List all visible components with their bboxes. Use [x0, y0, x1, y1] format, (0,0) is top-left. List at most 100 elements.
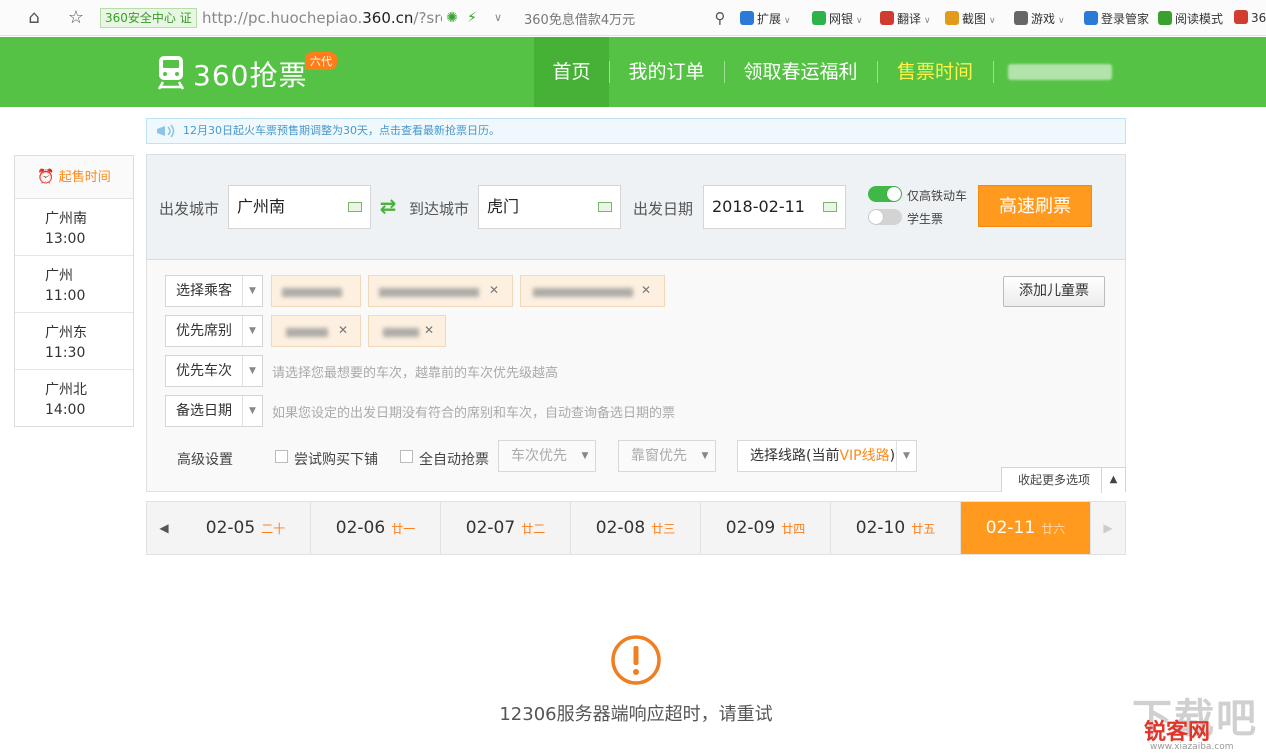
date-next-arrow-icon[interactable]: ▶ — [1091, 502, 1125, 554]
nav-item[interactable]: 我的订单 — [609, 37, 724, 107]
window-priority-dropdown[interactable]: 靠窗优先 ▼ — [618, 440, 716, 472]
passenger-chip[interactable]: ✕ — [520, 275, 665, 307]
date-tab-lunar: 二十 — [261, 522, 286, 536]
seat-chip[interactable]: ✕ — [271, 315, 361, 347]
search-tickets-button[interactable]: 高速刷票 — [978, 185, 1092, 227]
calendar-icon[interactable] — [823, 202, 837, 212]
from-city-input[interactable]: 广州南 — [228, 185, 371, 229]
alarm-clock-icon: ⏰ — [37, 169, 55, 185]
star-icon[interactable]: ☆ — [66, 8, 86, 28]
url-suffix: /?src — [413, 9, 442, 27]
chevron-down-icon: ▼ — [242, 316, 262, 346]
date-value: 2018-02-11 — [712, 197, 805, 216]
user-name-blurred[interactable] — [1008, 64, 1112, 80]
chevron-down-icon[interactable]: ∨ — [488, 8, 508, 28]
error-message: 12306服务器端响应超时，请重试 — [499, 704, 773, 725]
date-tab[interactable]: 02-09 廿四 — [701, 502, 831, 554]
lower-berth-checkbox[interactable] — [275, 450, 288, 463]
date-prev-arrow-icon[interactable]: ◀ — [147, 502, 181, 554]
route-select-dropdown[interactable]: 选择线路(当前VIP线路) ▼ — [737, 440, 917, 472]
date-tab-lunar: 廿五 — [911, 522, 936, 536]
backup-date-select[interactable]: 备选日期 ▼ — [165, 395, 263, 427]
browser-extension[interactable]: 扩展 ∨ — [740, 10, 791, 27]
date-tab[interactable]: 02-05 二十 — [181, 502, 311, 554]
passenger-chip[interactable]: ✕ — [368, 275, 513, 307]
address-bar[interactable]: http://pc.huochepiao.360.cn/?src — [202, 8, 442, 28]
train-priority-label: 车次优先 — [511, 448, 567, 464]
browser-extension[interactable]: 截图 ∨ — [945, 10, 996, 27]
to-city-input[interactable]: 虎门 — [478, 185, 621, 229]
megaphone-icon — [157, 124, 175, 138]
swap-cities-icon[interactable]: ⇄ — [377, 196, 399, 216]
date-tab[interactable]: 02-08 廿三 — [571, 502, 701, 554]
sale-time-row: 广州 11:00 — [15, 256, 133, 313]
chevron-down-icon: ∨ — [856, 16, 863, 26]
close-icon[interactable]: ✕ — [424, 323, 434, 337]
nav-item[interactable]: 首页 — [534, 37, 609, 107]
logo-badge: 六代 — [305, 52, 337, 70]
city-picker-icon[interactable] — [598, 202, 612, 212]
extension-label: 游戏 — [1031, 12, 1056, 26]
date-tab-lunar: 廿二 — [521, 522, 546, 536]
security-cert-badge[interactable]: 360安全中心 证 — [100, 8, 197, 28]
sale-time-list: 广州南 13:00 广州 11:00 广州东 11:30 广州北 14:00 — [15, 199, 133, 427]
close-icon[interactable]: ✕ — [338, 323, 348, 337]
lower-berth-label: 尝试购买下铺 — [294, 452, 378, 468]
close-icon[interactable]: ✕ — [641, 283, 651, 297]
train-select[interactable]: 优先车次 ▼ — [165, 355, 263, 387]
student-toggle[interactable] — [868, 209, 902, 225]
browser-extension[interactable]: 36 — [1234, 10, 1266, 25]
logo[interactable]: 360抢票 六代 — [157, 52, 347, 94]
watermark-url: www.xiazaiba.com — [1150, 742, 1234, 752]
browser-extension[interactable]: 翻译 ∨ — [880, 10, 931, 27]
auto-grab-label: 全自动抢票 — [419, 452, 489, 468]
browser-extension[interactable]: 网银 ∨ — [812, 10, 863, 27]
advanced-settings-label: 高级设置 — [177, 452, 233, 468]
notice-banner[interactable]: 12月30日起火车票预售期调整为30天，点击查看最新抢票日历。 — [146, 118, 1126, 144]
chevron-down-icon: ▼ — [701, 451, 709, 461]
auto-grab-checkbox[interactable] — [400, 450, 413, 463]
search-suggestion[interactable]: 360免息借款4万元 — [524, 9, 635, 28]
date-tab-date: 02-06 — [335, 518, 386, 538]
route-vip: VIP线路 — [839, 448, 890, 464]
train-priority-dropdown[interactable]: 车次优先 ▼ — [498, 440, 596, 472]
nav-item[interactable]: 售票时间 — [877, 37, 993, 107]
date-tab[interactable]: 02-11 廿六 — [961, 502, 1091, 554]
date-tab[interactable]: 02-10 廿五 — [831, 502, 961, 554]
date-tab[interactable]: 02-06 廿一 — [311, 502, 441, 554]
refresh-icon[interactable]: ✺ — [442, 8, 462, 28]
browser-extension[interactable]: 登录管家 — [1084, 10, 1149, 27]
lightning-icon[interactable]: ⚡ — [462, 8, 482, 28]
close-icon[interactable]: ✕ — [489, 283, 499, 297]
collapse-options-label: 收起更多选项 — [1018, 473, 1091, 487]
browser-extension[interactable]: 游戏 ∨ — [1014, 10, 1065, 27]
extension-icon — [1234, 10, 1248, 24]
url-prefix: http://pc.huochepiao. — [202, 9, 363, 27]
home-icon[interactable]: ⌂ — [24, 8, 44, 28]
passenger-select[interactable]: 选择乘客 ▼ — [165, 275, 263, 307]
search-icon[interactable]: ⚲ — [710, 8, 730, 28]
seat-class-select[interactable]: 优先席别 ▼ — [165, 315, 263, 347]
seat-chip[interactable]: ✕ — [368, 315, 446, 347]
backup-date-hint: 如果您设定的出发日期没有符合的席别和车次，自动查询备选日期的票 — [272, 406, 676, 421]
sale-time-title-text: 起售时间 — [58, 170, 111, 185]
seat-class-select-label: 优先席别 — [176, 323, 232, 339]
date-input[interactable]: 2018-02-11 — [703, 185, 846, 229]
collapse-options-button[interactable]: 收起更多选项 ▲ — [1001, 467, 1126, 493]
city-picker-icon[interactable] — [348, 202, 362, 212]
sale-time: 13:00 — [45, 231, 86, 247]
passenger-chip[interactable] — [271, 275, 361, 307]
extension-icon — [812, 11, 826, 25]
nav-item[interactable]: 领取春运福利 — [724, 37, 877, 107]
date-tab-lunar: 廿六 — [1041, 522, 1066, 536]
browser-extension[interactable]: 阅读模式 — [1158, 10, 1223, 27]
add-child-ticket-button[interactable]: 添加儿童票 — [1003, 276, 1105, 307]
sale-time-panel: ⏰ 起售时间 广州南 13:00 广州 11:00 广州东 11:30 广州北 14:00 — [14, 155, 134, 427]
date-tab[interactable]: 02-07 廿二 — [441, 502, 571, 554]
extension-icon — [1084, 11, 1098, 25]
highspeed-toggle[interactable] — [868, 186, 902, 202]
sale-time-row: 广州东 11:30 — [15, 313, 133, 370]
from-city-value: 广州南 — [237, 197, 286, 216]
extension-icon — [740, 11, 754, 25]
extension-icon — [880, 11, 894, 25]
